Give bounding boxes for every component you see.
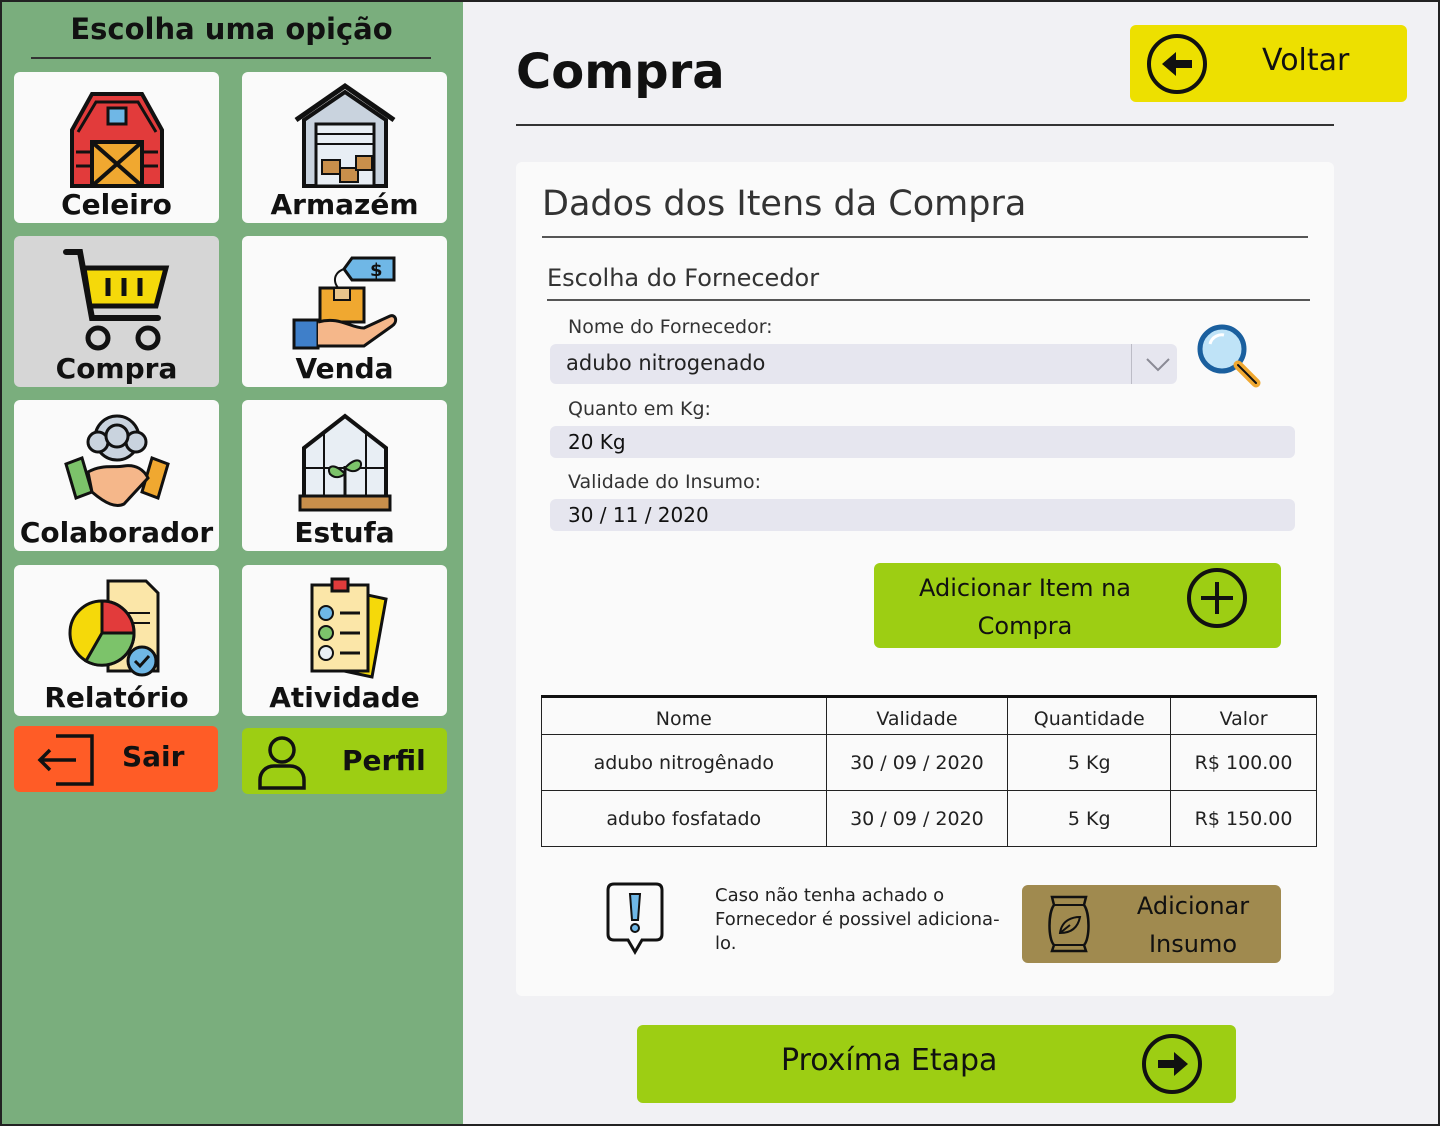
next-step-button[interactable]: Proxíma Etapa <box>637 1025 1236 1103</box>
user-icon <box>258 736 306 790</box>
report-chart-icon <box>68 579 159 677</box>
section-title: Escolha do Fornecedor <box>547 264 820 292</box>
add-item-label: Adicionar Item na Compra <box>918 574 1132 640</box>
items-table: Nome Validade Quantidade Valor adubo nit… <box>541 695 1317 847</box>
tile-label: Armazém <box>270 188 419 221</box>
logout-icon <box>37 734 94 786</box>
svg-text:$: $ <box>370 260 383 281</box>
validity-field[interactable]: 30 / 11 / 2020 <box>550 499 1295 531</box>
column-header-validade: Validade <box>825 696 1009 735</box>
tile-label: Venda <box>295 352 394 385</box>
logout-label: Sair <box>122 740 185 773</box>
supplier-select[interactable]: adubo nitrogenado <box>550 344 1177 384</box>
logout-button[interactable]: Sair <box>14 726 218 792</box>
profile-button[interactable]: Perfil <box>242 728 447 794</box>
add-item-button[interactable]: Adicionar Item na Compra <box>874 563 1281 648</box>
sidebar-item-relatorio[interactable]: Relatório <box>14 565 219 716</box>
tile-label: Celeiro <box>61 188 172 221</box>
cell-valor: R$ 150.00 <box>1170 790 1317 847</box>
arrow-left-circle-icon <box>1147 34 1207 94</box>
cell-validade: 30 / 09 / 2020 <box>825 734 1009 791</box>
select-divider <box>1131 344 1132 384</box>
card-title: Dados dos Itens da Compra <box>542 184 1027 224</box>
next-step-label: Proxíma Etapa <box>781 1043 998 1078</box>
barn-icon <box>69 92 164 188</box>
supplier-label: Nome do Fornecedor: <box>568 316 773 338</box>
cell-valor: R$ 100.00 <box>1170 734 1317 791</box>
cell-nome: adubo nitrogênado <box>541 734 827 791</box>
column-header-valor: Valor <box>1170 696 1317 735</box>
column-header-nome: Nome <box>541 696 827 735</box>
sidebar-item-atividade[interactable]: Atividade <box>242 565 447 716</box>
sidebar-item-armazem[interactable]: Armazém <box>242 72 447 223</box>
back-label: Voltar <box>1262 43 1350 78</box>
tile-label: Atividade <box>269 681 420 714</box>
sidebar-item-celeiro[interactable]: Celeiro <box>14 72 219 223</box>
sidebar-divider <box>31 57 431 59</box>
sale-hand-box-icon: $ <box>292 256 397 350</box>
title-divider <box>516 124 1334 126</box>
alert-text: Caso não tenha achado o Fornecedor é pos… <box>715 885 1000 954</box>
add-insumo-label: Adicionar Insumo <box>1136 892 1250 958</box>
quantity-label: Quanto em Kg: <box>568 398 711 420</box>
page-title: Compra <box>516 44 725 100</box>
back-button[interactable]: Voltar <box>1130 25 1407 102</box>
add-insumo-button[interactable]: Adicionar Insumo <box>1022 885 1281 963</box>
tile-label: Estufa <box>294 516 395 549</box>
greenhouse-icon <box>298 413 391 512</box>
sidebar-item-compra[interactable]: Compra <box>14 236 219 387</box>
sidebar: Escolha uma opição Celeiro Armazém Compr… <box>0 0 463 1126</box>
cell-validade: 30 / 09 / 2020 <box>825 790 1009 847</box>
tile-label: Relatório <box>44 681 189 714</box>
table-row[interactable]: adubo fosfatado 30 / 09 / 2020 5 Kg R$ 1… <box>541 790 1317 847</box>
chevron-down-icon <box>1146 358 1170 372</box>
cell-quantidade: 5 Kg <box>1007 790 1172 847</box>
sidebar-item-colaborador[interactable]: Colaborador <box>14 400 219 551</box>
warehouse-icon <box>294 82 395 188</box>
handshake-team-icon <box>63 414 170 507</box>
plus-circle-icon <box>1187 568 1247 628</box>
search-icon[interactable] <box>1194 322 1262 388</box>
tile-label: Colaborador <box>19 516 214 549</box>
section-divider <box>547 299 1310 301</box>
sidebar-title: Escolha uma opição <box>70 12 393 46</box>
purchase-items-card: Dados dos Itens da Compra Escolha do For… <box>516 162 1334 996</box>
shopping-cart-icon <box>62 249 169 351</box>
sidebar-item-estufa[interactable]: Estufa <box>242 400 447 551</box>
supplier-select-value: adubo nitrogenado <box>566 351 766 375</box>
quantity-field[interactable]: 20 Kg <box>550 426 1295 458</box>
sidebar-item-venda[interactable]: $ Venda <box>242 236 447 387</box>
table-row[interactable]: adubo nitrogênado 30 / 09 / 2020 5 Kg R$… <box>541 734 1317 791</box>
card-divider <box>542 236 1308 238</box>
tile-label: Compra <box>55 352 178 385</box>
cell-quantidade: 5 Kg <box>1007 734 1172 791</box>
alert-bubble-icon <box>606 882 664 955</box>
profile-label: Perfil <box>342 744 426 777</box>
cell-nome: adubo fosfatado <box>541 790 827 847</box>
validity-label: Validade do Insumo: <box>568 471 762 493</box>
fertilizer-bag-icon <box>1048 895 1090 953</box>
column-header-quantidade: Quantidade <box>1007 696 1172 735</box>
checklist-icon <box>310 577 388 679</box>
arrow-right-circle-icon <box>1142 1034 1202 1094</box>
